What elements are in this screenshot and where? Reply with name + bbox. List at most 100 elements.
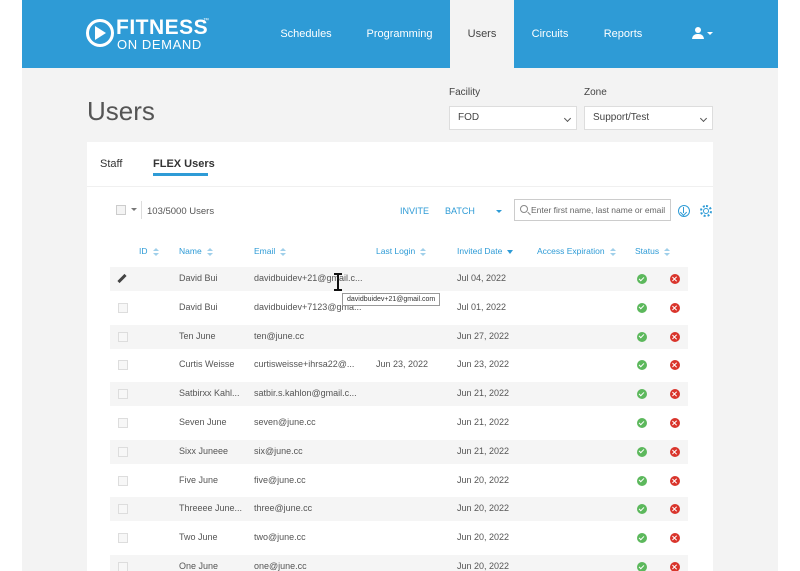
tab-staff[interactable]: Staff: [100, 158, 122, 170]
cell-invited-date: Jun 20, 2022: [457, 503, 510, 514]
toolbar-divider: [141, 201, 142, 219]
sort-icon: [152, 247, 159, 256]
download-button[interactable]: [678, 205, 690, 217]
cell-invited-date: Jun 21, 2022: [457, 445, 510, 456]
status-active-icon: [637, 446, 647, 457]
delete-icon[interactable]: [670, 504, 680, 515]
row-checkbox[interactable]: [118, 302, 128, 313]
delete-icon[interactable]: [670, 389, 680, 400]
row-checkbox[interactable]: [118, 533, 128, 544]
fitness-on-demand-logo[interactable]: FITNESS ™ ON DEMAND: [86, 16, 216, 52]
column-header-invited-date[interactable]: Invited Date: [457, 246, 514, 256]
sort-icon: [664, 247, 671, 256]
status-active-icon: [637, 562, 647, 571]
tabs-divider: [87, 186, 713, 187]
row-checkbox[interactable]: [118, 504, 128, 515]
delete-icon[interactable]: [670, 562, 680, 571]
nav-circuits[interactable]: Circuits: [520, 0, 580, 68]
row-checkbox[interactable]: [118, 331, 128, 342]
table-row[interactable]: David Bui davidbuidev+21@gmail.c... Jul 04…: [110, 267, 688, 291]
delete-icon[interactable]: [670, 418, 680, 428]
user-count: 103/5000 Users: [147, 206, 215, 217]
batch-button[interactable]: BATCH: [445, 206, 475, 216]
column-header-name[interactable]: Name: [179, 246, 213, 256]
nav-schedules[interactable]: Schedules: [262, 0, 350, 68]
facility-select-value: FOD: [458, 112, 480, 123]
column-header-email[interactable]: Email: [254, 246, 287, 256]
table-row[interactable]: Seven June seven@june.cc Jun 21, 2022: [110, 411, 688, 435]
table-row[interactable]: Curtis Weisse curtisweisse+ihrsa22@... Jun…: [110, 353, 688, 377]
text-cursor: [334, 273, 342, 291]
cell-invited-date: Jun 21, 2022: [457, 417, 510, 427]
cell-name: Five June: [179, 474, 219, 485]
logo-line-2: ON DEMAND: [117, 37, 202, 52]
delete-icon[interactable]: [670, 533, 680, 544]
delete-icon[interactable]: [670, 360, 680, 371]
select-all-dropdown-icon[interactable]: [131, 208, 137, 211]
table-row[interactable]: Two June two@june.cc Jun 20, 2022: [110, 526, 688, 550]
cell-email: three@june.cc: [254, 503, 313, 514]
chevron-down-icon: [496, 210, 502, 213]
cell-email: six@june.cc: [254, 445, 303, 456]
status-active-icon: [637, 533, 647, 544]
chevron-down-icon: [699, 114, 708, 123]
table-row[interactable]: Threeee June... three@june.cc Jun 20, 2022: [110, 497, 688, 522]
row-checkbox[interactable]: [118, 360, 128, 371]
column-header-status[interactable]: Status: [635, 246, 671, 256]
cell-invited-date: Jun 27, 2022: [457, 330, 510, 341]
column-header-access-expiration[interactable]: Access Expiration: [537, 246, 616, 256]
nav-reports[interactable]: Reports: [590, 0, 656, 68]
chevron-down-icon: [563, 114, 572, 123]
search-input[interactable]: [531, 203, 669, 217]
email-tooltip: davidbuidev+21@gmail.com: [342, 293, 441, 306]
select-all-checkbox[interactable]: [116, 205, 126, 215]
sort-descending-icon: [507, 249, 514, 254]
delete-icon[interactable]: [670, 302, 680, 313]
cell-email: satbir.s.kahlon@gmail.c...: [254, 388, 357, 399]
page-title: Users: [87, 96, 155, 126]
cell-invited-date: Jul 01, 2022: [457, 301, 507, 312]
column-header-id[interactable]: ID: [139, 246, 159, 256]
cell-email: ten@june.cc: [254, 330, 305, 341]
row-checkbox[interactable]: [118, 446, 128, 457]
cell-invited-date: Jun 20, 2022: [457, 474, 510, 485]
cell-invited-date: Jun 23, 2022: [457, 359, 510, 370]
status-active-icon: [637, 331, 647, 342]
nav-programming[interactable]: Programming: [357, 0, 442, 68]
cell-name: Seven June: [179, 417, 227, 427]
delete-icon[interactable]: [670, 331, 680, 342]
table-row[interactable]: Satbirxx Kahl... satbir.s.kahlon@gmail.c.…: [110, 382, 688, 407]
user-menu[interactable]: [692, 27, 714, 41]
row-checkbox[interactable]: [118, 418, 128, 428]
user-icon: [695, 27, 701, 33]
row-checkbox[interactable]: [118, 475, 128, 486]
table-row[interactable]: One June one@june.cc Jun 20, 2022: [110, 555, 688, 571]
column-header-last-login[interactable]: Last Login: [376, 246, 427, 256]
status-active-icon: [637, 360, 647, 371]
download-icon: [683, 207, 685, 213]
nav-users[interactable]: Users: [450, 0, 514, 68]
window-margin-right: [778, 0, 800, 571]
delete-icon[interactable]: [670, 475, 680, 486]
row-checkbox[interactable]: [118, 389, 128, 400]
sort-icon: [280, 247, 287, 256]
delete-icon[interactable]: [670, 446, 680, 457]
table-row[interactable]: Five June five@june.cc Jun 20, 2022: [110, 469, 688, 493]
status-active-icon: [637, 504, 647, 515]
search-box[interactable]: [514, 199, 671, 221]
delete-icon[interactable]: [670, 274, 680, 284]
active-tab-indicator: [153, 173, 208, 176]
invite-button[interactable]: INVITE: [400, 206, 429, 216]
cell-name: David Bui: [179, 273, 218, 283]
play-triangle-icon: [95, 26, 106, 40]
cell-name: Two June: [179, 532, 218, 543]
gear-icon[interactable]: [699, 204, 713, 218]
facility-select[interactable]: FOD: [449, 106, 577, 130]
row-checkbox[interactable]: [118, 562, 128, 571]
tab-flex-users[interactable]: FLEX Users: [153, 158, 215, 170]
cell-name: Sixx Juneee: [179, 445, 229, 456]
zone-select[interactable]: Support/Test: [584, 106, 713, 130]
table-row[interactable]: Sixx Juneee six@june.cc Jun 21, 2022: [110, 439, 688, 464]
pencil-icon[interactable]: [116, 272, 129, 285]
table-row[interactable]: Ten June ten@june.cc Jun 27, 2022: [110, 324, 688, 349]
